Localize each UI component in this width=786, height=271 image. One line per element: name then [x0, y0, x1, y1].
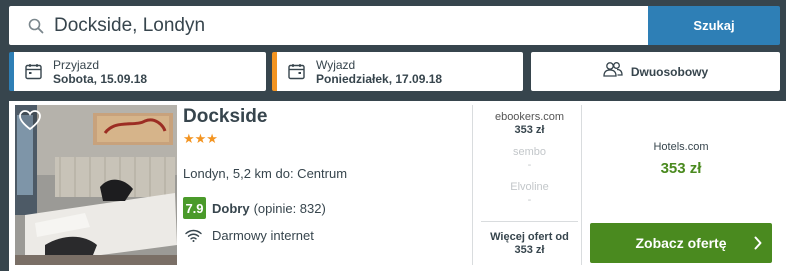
deal-site: Elvoline	[510, 181, 549, 193]
more-offers-price: 353 zł	[514, 244, 545, 256]
favorite-heart-icon[interactable]	[18, 109, 42, 131]
hotel-location[interactable]: Londyn, 5,2 km do: Centrum	[183, 166, 347, 181]
rating-review-count: (opinie: 832)	[253, 200, 326, 216]
checkin-label: Przyjazd	[53, 57, 100, 72]
best-offer-price: 353 zł	[660, 160, 702, 177]
best-offer[interactable]: Hotels.com 353 zł	[590, 141, 772, 177]
rating-word: Dobry	[212, 200, 250, 216]
calendar-icon	[288, 63, 305, 80]
search-button[interactable]: Szukaj	[648, 6, 780, 45]
deal-site: sembo	[512, 146, 547, 158]
wifi-icon	[185, 229, 202, 242]
room-type-picker[interactable]: Dwuosobowy	[531, 52, 780, 91]
rating-score-badge: 7.9	[183, 197, 206, 219]
amenity-label: Darmowy internet	[212, 228, 314, 243]
deal-item[interactable]: sembo -	[478, 146, 581, 172]
checkout-label: Wyjazd	[316, 57, 356, 72]
view-offer-label: Zobacz ofertę	[635, 235, 727, 251]
hotel-rating[interactable]: 7.9 Dobry (opinie: 832)	[183, 197, 326, 219]
search-box[interactable]	[9, 6, 648, 45]
view-offer-button[interactable]: Zobacz ofertę	[590, 223, 772, 263]
deal-item[interactable]: ebookers.com 353 zł	[478, 111, 581, 137]
more-offers-label: Więcej ofert od	[490, 231, 569, 243]
deal-price: 353 zł	[514, 124, 545, 136]
checkout-picker[interactable]: Wyjazd Poniedziałek, 17.09.18	[272, 52, 523, 91]
room-type-label: Dwuosobowy	[630, 64, 709, 79]
deal-price: -	[527, 194, 532, 206]
search-input[interactable]	[54, 14, 614, 37]
checkin-value: Sobota, 15.09.18	[53, 71, 148, 86]
checkout-value: Poniedziałek, 17.09.18	[316, 71, 443, 86]
guests-icon	[603, 61, 623, 82]
deal-item[interactable]: Elvoline -	[478, 181, 581, 207]
hotel-result-card: Dockside ★★★ Londyn, 5,2 km do: Centrum …	[9, 101, 786, 271]
hotel-star-rating: ★★★	[183, 131, 218, 146]
chevron-right-icon	[754, 236, 762, 250]
more-offers-link[interactable]: Więcej ofert od 353 zł	[481, 221, 578, 257]
column-divider	[472, 105, 473, 265]
best-offer-site: Hotels.com	[653, 141, 709, 153]
deal-site: ebookers.com	[494, 111, 565, 123]
search-icon	[27, 17, 45, 35]
deal-price: -	[527, 159, 532, 171]
calendar-icon	[25, 63, 42, 80]
hotel-photo[interactable]	[15, 105, 177, 265]
hotel-name[interactable]: Dockside	[183, 106, 267, 128]
deals-list: ebookers.com 353 zł sembo - Elvoline -	[478, 111, 581, 216]
checkin-picker[interactable]: Przyjazd Sobota, 15.09.18	[9, 52, 266, 91]
column-divider	[581, 105, 582, 265]
amenity-item: Darmowy internet	[185, 228, 314, 243]
